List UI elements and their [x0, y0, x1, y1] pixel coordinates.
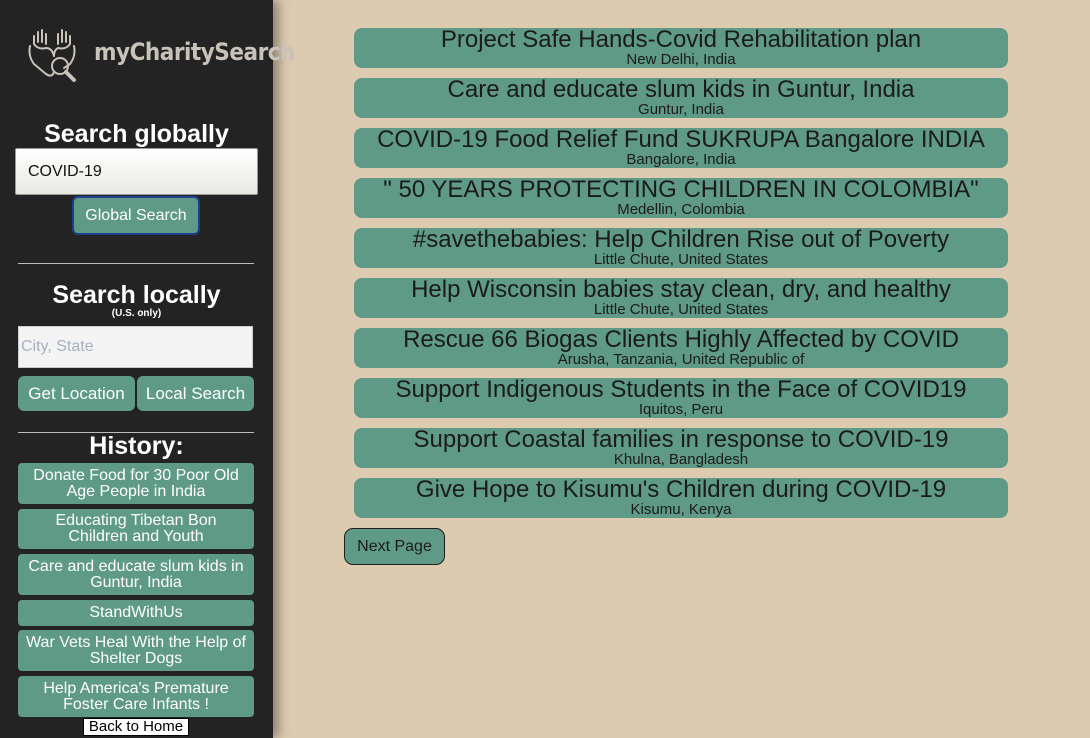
global-search-button[interactable]: Global Search	[72, 196, 200, 235]
back-to-home-button[interactable]: Back to Home	[83, 718, 189, 736]
result-location: Little Chute, United States	[593, 301, 769, 318]
local-search-input[interactable]	[18, 326, 253, 368]
hands-magnifier-logo-icon	[28, 29, 76, 82]
result-title: Give Hope to Kisumu's Children during CO…	[415, 476, 947, 503]
result-card[interactable]: Give Hope to Kisumu's Children during CO…	[354, 478, 1008, 518]
result-title: Support Coastal families in response to …	[413, 426, 949, 453]
next-page-button[interactable]: Next Page	[344, 528, 445, 565]
result-title: Help Wisconsin babies stay clean, dry, a…	[411, 276, 951, 303]
result-card[interactable]: Support Indigenous Students in the Face …	[354, 378, 1008, 418]
result-location: Kisumu, Kenya	[630, 501, 732, 518]
result-card[interactable]: Care and educate slum kids in Guntur, In…	[354, 78, 1008, 118]
global-search-input[interactable]	[15, 148, 258, 195]
history-item[interactable]: War Vets Heal With the Help of Shelter D…	[18, 630, 254, 671]
get-location-button[interactable]: Get Location	[18, 376, 135, 411]
search-globally-heading: Search globally	[44, 120, 229, 148]
result-title: " 50 YEARS PROTECTING CHILDREN IN COLOMB…	[383, 176, 979, 203]
result-location: Bangalore, India	[626, 151, 736, 168]
result-card[interactable]: #savethebabies: Help Children Rise out o…	[354, 228, 1008, 268]
result-title: Care and educate slum kids in Guntur, In…	[447, 76, 915, 103]
history-item[interactable]: Help America's Premature Foster Care Inf…	[18, 676, 254, 717]
history-item[interactable]: StandWithUs	[18, 600, 254, 626]
logo[interactable]: myCharitySearch	[24, 26, 295, 86]
history-item[interactable]: Educating Tibetan Bon Children and Youth	[18, 509, 254, 549]
result-card[interactable]: COVID-19 Food Relief Fund SUKRUPA Bangal…	[354, 128, 1008, 168]
divider	[18, 263, 254, 264]
logo-text: myCharitySearch	[94, 38, 295, 66]
history-item[interactable]: Donate Food for 30 Poor Old Age People i…	[18, 463, 254, 504]
history-heading: History:	[89, 432, 184, 460]
history-item[interactable]: Care and educate slum kids in Guntur, In…	[18, 554, 254, 595]
local-search-button[interactable]: Local Search	[137, 376, 254, 411]
result-location: Arusha, Tanzania, United Republic of	[557, 351, 805, 368]
result-card[interactable]: Help Wisconsin babies stay clean, dry, a…	[354, 278, 1008, 318]
sidebar: myCharitySearch Search globally Global S…	[0, 0, 295, 738]
result-card[interactable]: " 50 YEARS PROTECTING CHILDREN IN COLOMB…	[354, 178, 1008, 218]
result-location: Khulna, Bangladesh	[613, 451, 749, 468]
result-title: Support Indigenous Students in the Face …	[395, 376, 967, 403]
result-title: COVID-19 Food Relief Fund SUKRUPA Bangal…	[377, 126, 985, 153]
result-location: Iquitos, Peru	[638, 401, 724, 418]
result-location: Guntur, India	[638, 101, 724, 118]
search-locally-heading: Search locally	[52, 281, 221, 309]
result-card[interactable]: Project Safe Hands-Covid Rehabilitation …	[354, 28, 1008, 68]
result-card[interactable]: Rescue 66 Biogas Clients Highly Affected…	[354, 328, 1008, 368]
result-title: Rescue 66 Biogas Clients Highly Affected…	[403, 326, 959, 353]
result-location: Medellin, Colombia	[617, 201, 745, 218]
result-location: New Delhi, India	[626, 51, 736, 68]
result-title: #savethebabies: Help Children Rise out o…	[412, 226, 950, 253]
result-title: Project Safe Hands-Covid Rehabilitation …	[440, 26, 922, 53]
us-only-note: (U.S. only)	[111, 308, 162, 319]
result-location: Little Chute, United States	[593, 251, 769, 268]
result-card[interactable]: Support Coastal families in response to …	[354, 428, 1008, 468]
